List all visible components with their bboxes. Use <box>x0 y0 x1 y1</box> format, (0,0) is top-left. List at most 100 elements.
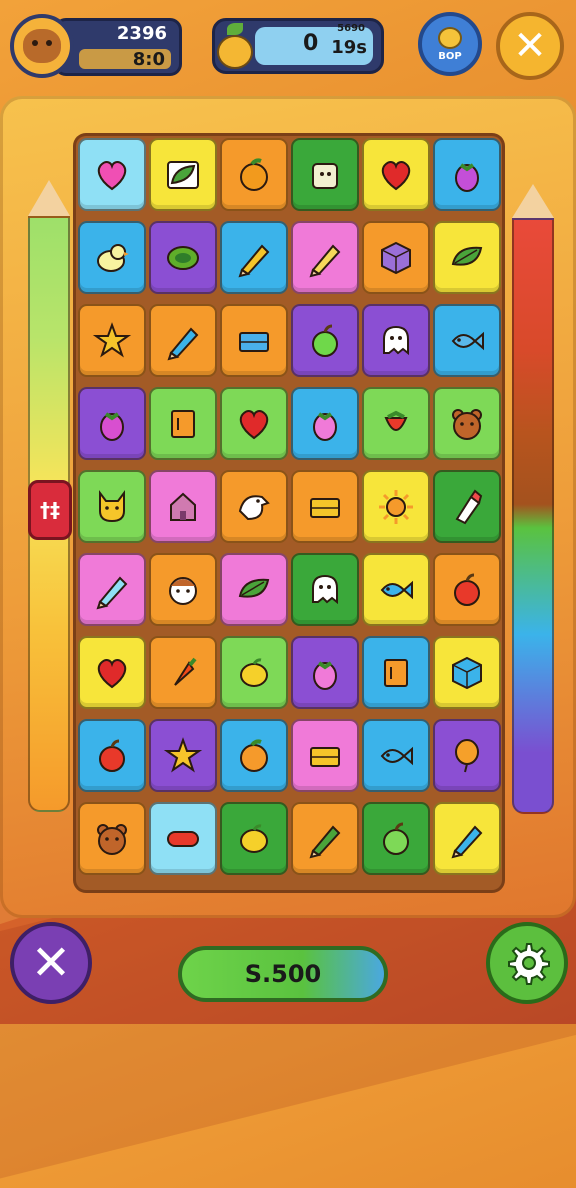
lives-panel[interactable]: 0 5690 19s <box>212 18 384 74</box>
game-tile[interactable] <box>149 636 217 709</box>
carrot-icon <box>174 657 197 686</box>
game-tile[interactable] <box>78 138 146 211</box>
fish-icon <box>451 331 484 350</box>
game-tile[interactable] <box>149 719 217 792</box>
block-icon <box>310 497 340 518</box>
game-tile[interactable] <box>291 802 359 875</box>
game-tile[interactable] <box>149 387 217 460</box>
game-tile[interactable] <box>220 802 288 875</box>
game-tile[interactable] <box>362 470 430 543</box>
game-tile[interactable] <box>149 802 217 875</box>
leaf-icon <box>238 578 270 598</box>
crayon-icon <box>309 244 341 277</box>
game-tile[interactable] <box>362 802 430 875</box>
player-panel[interactable]: 2396 8:0 <box>10 14 182 78</box>
game-tile[interactable] <box>433 221 501 294</box>
game-tile[interactable] <box>220 470 288 543</box>
game-tile[interactable] <box>78 221 146 294</box>
game-tile[interactable] <box>291 470 359 543</box>
dog-icon <box>99 489 125 522</box>
banana-icon <box>213 23 257 69</box>
game-tile[interactable] <box>362 304 430 377</box>
crayon-icon <box>238 244 270 277</box>
game-tile[interactable] <box>433 553 501 626</box>
bag-icon <box>438 26 462 49</box>
game-tile[interactable] <box>78 304 146 377</box>
game-tile[interactable] <box>220 304 288 377</box>
game-tile[interactable] <box>291 221 359 294</box>
apple-icon <box>312 324 338 357</box>
game-tile[interactable] <box>362 138 430 211</box>
game-tile[interactable] <box>362 221 430 294</box>
close-icon: ✕ <box>513 23 547 69</box>
lemon-icon <box>240 657 268 687</box>
game-tile[interactable] <box>149 470 217 543</box>
game-tile[interactable] <box>220 387 288 460</box>
crayon-icon <box>96 576 128 609</box>
game-tile[interactable] <box>291 719 359 792</box>
shop-button[interactable]: BOP <box>418 12 482 76</box>
game-tile[interactable] <box>291 387 359 460</box>
game-tile[interactable] <box>433 387 501 460</box>
heart-icon <box>381 160 411 190</box>
side-badge[interactable]: †‡ <box>28 480 72 540</box>
leaf-box-icon <box>167 160 199 189</box>
game-tile[interactable] <box>220 719 288 792</box>
crayon-icon <box>451 825 483 858</box>
game-tile[interactable] <box>291 553 359 626</box>
game-tile[interactable] <box>149 304 217 377</box>
game-tile[interactable] <box>291 636 359 709</box>
game-tile[interactable] <box>291 304 359 377</box>
game-tile[interactable] <box>78 387 146 460</box>
game-tile[interactable] <box>433 138 501 211</box>
shop-label: BOP <box>438 50 462 62</box>
game-tile[interactable] <box>362 636 430 709</box>
game-tile[interactable] <box>433 802 501 875</box>
eggplant-icon <box>455 162 479 192</box>
game-tile[interactable] <box>78 553 146 626</box>
game-tile[interactable] <box>78 470 146 543</box>
game-tile[interactable] <box>433 636 501 709</box>
fish-icon <box>380 580 413 599</box>
heart-icon <box>97 160 127 190</box>
game-tile[interactable] <box>220 636 288 709</box>
game-tile[interactable] <box>78 636 146 709</box>
settings-button[interactable] <box>486 922 568 1004</box>
gear-icon <box>508 943 550 985</box>
bear-avatar-icon[interactable] <box>10 14 74 78</box>
lives-timer: 19s <box>331 37 367 58</box>
heart-icon <box>97 658 127 688</box>
close-button[interactable]: ✕ <box>496 12 564 80</box>
score-display: S.500 <box>178 946 388 1002</box>
ghost-icon <box>383 325 409 355</box>
game-tile[interactable] <box>433 470 501 543</box>
score-value: S.500 <box>244 960 322 988</box>
game-tile[interactable] <box>362 719 430 792</box>
game-tile[interactable] <box>149 221 217 294</box>
apple-icon <box>383 822 409 855</box>
game-tile[interactable] <box>149 553 217 626</box>
game-tile[interactable] <box>362 387 430 460</box>
game-tile[interactable] <box>362 553 430 626</box>
game-tile[interactable] <box>220 553 288 626</box>
sun-icon <box>379 489 413 524</box>
box-icon <box>384 658 408 687</box>
cube-icon <box>381 241 411 274</box>
game-tile[interactable] <box>78 802 146 875</box>
cancel-button[interactable]: ✕ <box>10 922 92 1004</box>
player-score: 2396 <box>116 23 167 44</box>
eggplant-icon <box>313 411 337 441</box>
eggplant-icon <box>100 411 124 441</box>
lives-max: 5690 <box>337 23 365 34</box>
cup-icon <box>312 162 338 189</box>
game-tile[interactable] <box>291 138 359 211</box>
lives-count: 0 <box>303 31 319 56</box>
game-tile[interactable] <box>220 221 288 294</box>
game-tile[interactable] <box>220 138 288 211</box>
orange-fruit-icon <box>240 157 268 191</box>
ghost-icon <box>312 574 338 604</box>
game-tile[interactable] <box>433 304 501 377</box>
game-tile[interactable] <box>78 719 146 792</box>
game-tile[interactable] <box>149 138 217 211</box>
game-tile[interactable] <box>433 719 501 792</box>
